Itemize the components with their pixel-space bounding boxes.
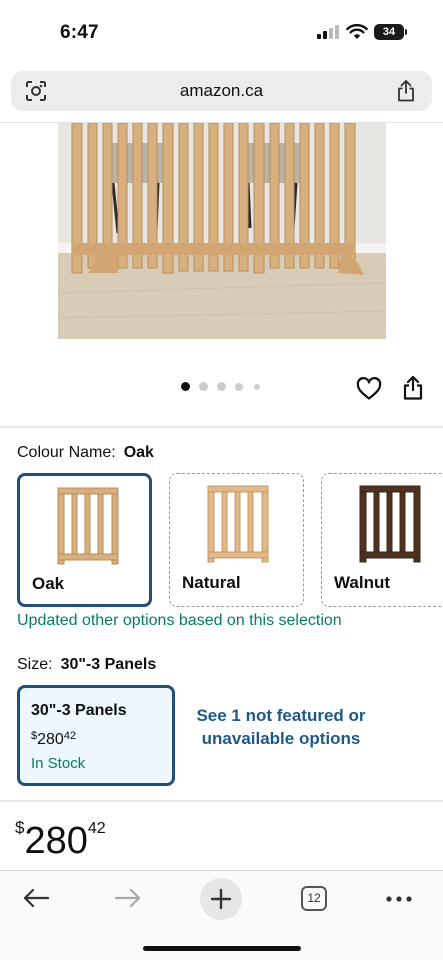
section-divider bbox=[0, 800, 443, 802]
pagination-dot[interactable] bbox=[254, 384, 260, 390]
walnut-swatch-image bbox=[359, 485, 421, 563]
clock: 6:47 bbox=[60, 22, 99, 43]
colour-option-natural[interactable]: Natural bbox=[169, 473, 304, 607]
pet-gate-photo bbox=[58, 123, 386, 339]
battery-tip bbox=[405, 29, 407, 35]
back-arrow-icon[interactable] bbox=[22, 887, 50, 909]
plus-icon bbox=[210, 888, 232, 910]
wifi-icon bbox=[346, 24, 368, 39]
battery-icon: 34 bbox=[374, 24, 404, 40]
natural-swatch-image bbox=[207, 485, 269, 563]
section-divider bbox=[0, 426, 443, 428]
stock-status: In Stock bbox=[31, 755, 86, 772]
size-row: Size: 30"-3 Panels bbox=[17, 656, 156, 674]
size-option-price: $28042 bbox=[31, 730, 77, 748]
pagination-dot[interactable] bbox=[199, 382, 208, 391]
home-indicator[interactable] bbox=[143, 946, 301, 951]
see-unavailable-options-link[interactable]: See 1 not featured or unavailable option… bbox=[190, 704, 372, 750]
colour-selected-value: Oak bbox=[123, 444, 154, 461]
share-icon[interactable] bbox=[396, 79, 416, 103]
forward-arrow-icon[interactable] bbox=[114, 887, 142, 909]
pagination-dot[interactable] bbox=[235, 383, 243, 391]
colour-name-row: Colour Name: Oak bbox=[17, 444, 154, 462]
status-bar: 6:47 34 bbox=[0, 0, 443, 62]
swatch-label: Natural bbox=[182, 573, 241, 592]
tab-switcher-button[interactable]: 12 bbox=[301, 886, 327, 911]
address-bar[interactable]: amazon.ca bbox=[11, 71, 432, 111]
swatch-label: Oak bbox=[32, 574, 65, 593]
share-icon[interactable] bbox=[402, 375, 424, 401]
product-image[interactable] bbox=[58, 123, 386, 339]
colour-label: Colour Name: bbox=[17, 444, 116, 461]
pagination-dot[interactable] bbox=[217, 382, 226, 391]
size-label: Size: bbox=[17, 656, 53, 673]
colour-option-oak[interactable]: Oak bbox=[17, 473, 152, 607]
swatch-label: Walnut bbox=[334, 573, 391, 592]
product-price: $28042 bbox=[15, 818, 106, 862]
cellular-signal-icon bbox=[317, 25, 339, 39]
url-text[interactable]: amazon.ca bbox=[11, 81, 432, 101]
size-option-title: 30"-3 Panels bbox=[31, 702, 127, 719]
wishlist-heart-icon[interactable] bbox=[356, 377, 382, 401]
selection-update-note: Updated other options based on this sele… bbox=[17, 612, 342, 629]
size-option-30in-3-panels[interactable]: 30"-3 Panels $28042 In Stock bbox=[17, 685, 175, 786]
colour-option-walnut[interactable]: Walnut bbox=[321, 473, 443, 607]
pagination-dot-active[interactable] bbox=[181, 382, 190, 391]
size-selected-value: 30"-3 Panels bbox=[60, 656, 157, 673]
more-options-icon[interactable] bbox=[385, 895, 413, 903]
oak-swatch-image bbox=[57, 487, 119, 565]
new-tab-button[interactable] bbox=[200, 878, 242, 920]
